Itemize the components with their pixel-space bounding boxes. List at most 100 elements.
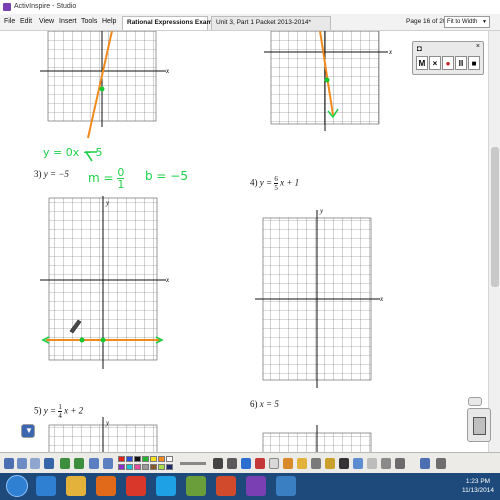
previous-page-icon[interactable]: [89, 458, 99, 469]
color-swatch-lime[interactable]: [158, 464, 165, 470]
menu-insert[interactable]: Insert: [59, 18, 77, 25]
color-swatch-gray[interactable]: [142, 464, 149, 470]
browsers-icon[interactable]: [17, 458, 27, 469]
color-swatch-green[interactable]: [142, 456, 149, 462]
recorder-pause-button[interactable]: II: [455, 56, 467, 70]
color-swatch-cyan[interactable]: [126, 464, 133, 470]
trash-icon: [473, 417, 486, 435]
problem-6-label: 6) x = 5: [250, 399, 279, 409]
ink-slope-prefix: m =: [88, 171, 114, 185]
page-indicator: Page 16 of 20: [406, 18, 447, 25]
page-up-button[interactable]: [468, 397, 482, 406]
menu-view[interactable]: View: [39, 18, 54, 25]
clock-time: 1:23 PM: [465, 478, 491, 485]
ie-icon[interactable]: [36, 476, 56, 496]
color-swatch-blue[interactable]: [126, 456, 133, 462]
app-icon[interactable]: [276, 476, 296, 496]
dual-user-icon[interactable]: [420, 458, 430, 469]
onenote-icon[interactable]: [246, 476, 266, 496]
graph-5: [48, 417, 158, 452]
ink-slope-denominator: 1: [117, 178, 125, 191]
close-icon[interactable]: ×: [476, 43, 480, 50]
menu-help[interactable]: Help: [102, 18, 116, 25]
system-clock[interactable]: 1:23 PM 11/13/2014: [462, 477, 494, 495]
recorder-mode-button[interactable]: M: [416, 56, 428, 70]
start-button[interactable]: [6, 475, 28, 497]
toolbar-options-icon[interactable]: [436, 458, 446, 469]
scrollbar-thumb[interactable]: [491, 147, 499, 287]
marker-icon[interactable]: [255, 458, 265, 469]
tab-label: Rational Expressions Example: [127, 19, 222, 26]
shape-icon[interactable]: [297, 458, 307, 469]
color-swatch-purple[interactable]: [118, 464, 125, 470]
magic-ink-icon[interactable]: [325, 458, 335, 469]
color-swatch-orange[interactable]: [158, 456, 165, 462]
pen-width-slider[interactable]: [180, 462, 206, 465]
fraction: 6 5: [274, 175, 278, 192]
graph-2: [264, 31, 388, 131]
eraser-icon[interactable]: [269, 458, 279, 469]
undo-icon[interactable]: [60, 458, 70, 469]
fraction-numerator: 6: [274, 175, 278, 184]
save-icon[interactable]: [44, 458, 54, 469]
fraction-denominator: 4: [58, 412, 62, 420]
problem-y: y =: [43, 405, 57, 416]
menu-file[interactable]: File: [4, 18, 15, 25]
select-icon[interactable]: [213, 458, 223, 469]
fill-icon[interactable]: [283, 458, 293, 469]
color-swatch-yellow[interactable]: [150, 456, 157, 462]
flipchart-canvas[interactable]: x x y x y x y 3) y = −5 4) y = 6 5 x + 1…: [0, 31, 488, 452]
axis-x-label: x: [166, 276, 170, 284]
skype-icon[interactable]: [156, 476, 176, 496]
zoom-value: Fit to Width: [447, 19, 478, 25]
activinspire-icon[interactable]: [186, 476, 206, 496]
pen-icon[interactable]: [227, 458, 237, 469]
media-player-icon[interactable]: [96, 476, 116, 496]
ink-slope-fraction: 0 1: [117, 167, 125, 191]
next-page-icon[interactable]: [103, 458, 113, 469]
window-title: ActivInspire - Studio: [14, 3, 77, 10]
tab-unit3-packet[interactable]: Unit 3, Part 1 Packet 2013-2014*: [211, 16, 331, 30]
highlighter-icon[interactable]: [241, 458, 251, 469]
color-swatch-red[interactable]: [118, 456, 125, 462]
recorder-stop-button[interactable]: ■: [468, 56, 480, 70]
reset-icon[interactable]: [367, 458, 377, 469]
recorder-record-button[interactable]: ●: [442, 56, 454, 70]
chevron-down-icon: ▼: [482, 19, 487, 25]
graph-4: [255, 210, 380, 388]
color-swatch-white[interactable]: [166, 456, 173, 462]
color-swatch-pink[interactable]: [134, 464, 141, 470]
redo-icon[interactable]: [74, 458, 84, 469]
menu-edit[interactable]: Edit: [20, 18, 32, 25]
spotlight-icon[interactable]: [395, 458, 405, 469]
zoom-select[interactable]: Fit to Width ▼: [444, 16, 490, 28]
problem-number: 4): [250, 177, 258, 188]
vertical-scrollbar[interactable]: [488, 31, 500, 452]
main-menu-icon[interactable]: [4, 458, 14, 469]
camera-icon[interactable]: [381, 458, 391, 469]
menu-tools[interactable]: Tools: [81, 18, 97, 25]
page-icon[interactable]: [30, 458, 40, 469]
graph-6: [262, 425, 372, 452]
axis-y-label: y: [106, 199, 110, 207]
color-swatch-navy[interactable]: [166, 464, 173, 470]
clear-icon[interactable]: [353, 458, 363, 469]
recorder-cancel-button[interactable]: ×: [429, 56, 441, 70]
app-icon[interactable]: [216, 476, 236, 496]
color-swatch-black[interactable]: [134, 456, 141, 462]
color-swatch-brown[interactable]: [150, 464, 157, 470]
axis-y-label: y: [106, 419, 110, 427]
trash-bin-button[interactable]: [467, 408, 491, 442]
text-icon[interactable]: [339, 458, 349, 469]
chrome-icon[interactable]: [126, 476, 146, 496]
title-bar: ActivInspire - Studio: [0, 0, 500, 14]
windows-taskbar: 1:23 PM 11/13/2014: [0, 473, 500, 500]
ink-equation: y = 0x − 5: [43, 146, 103, 159]
explorer-icon[interactable]: [66, 476, 86, 496]
ink-slope: m = 0 1: [88, 167, 125, 191]
connector-icon[interactable]: [311, 458, 321, 469]
expand-toolbox-icon[interactable]: ▼: [21, 424, 35, 438]
ink-intercept: b = −5: [145, 169, 188, 183]
chevron-down-icon: ▼: [25, 426, 33, 435]
tab-rational-expressions[interactable]: Rational Expressions Example: [122, 16, 222, 30]
